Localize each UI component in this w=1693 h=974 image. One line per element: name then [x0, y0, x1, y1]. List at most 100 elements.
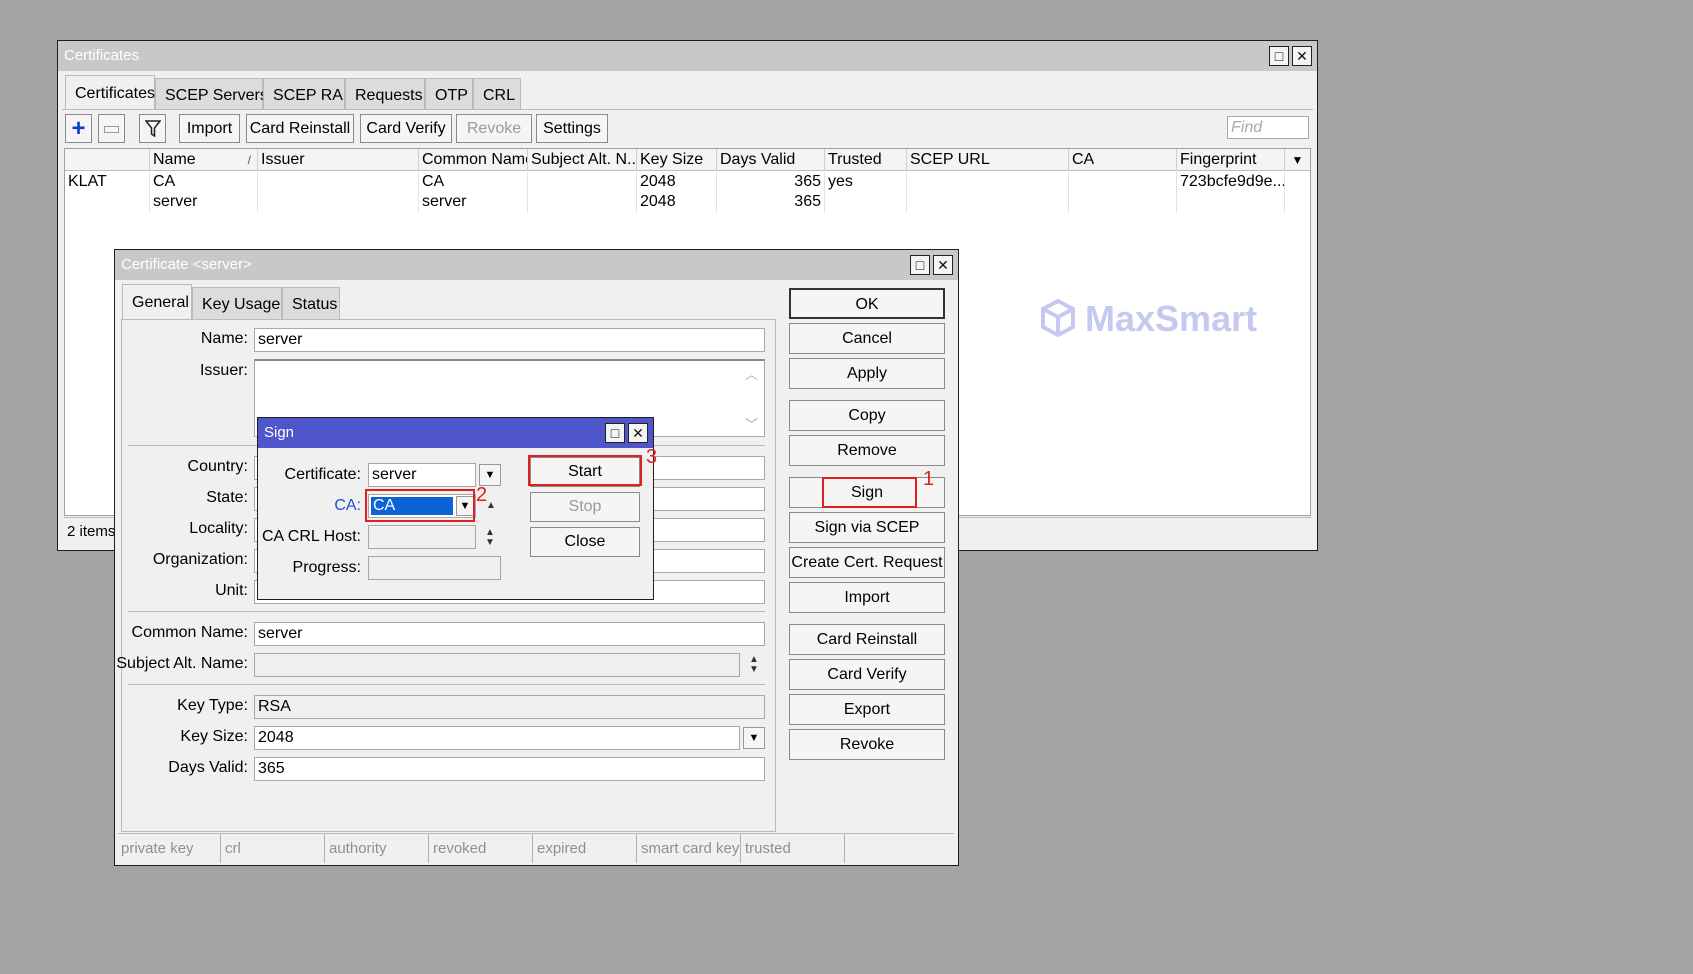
progress-label: Progress:: [292, 559, 361, 576]
col-days-valid[interactable]: Days Valid: [717, 149, 825, 171]
import-button[interactable]: Import: [789, 582, 945, 613]
card-verify-button[interactable]: Card Verify: [789, 659, 945, 690]
add-remove-spinner-icon[interactable]: ▲ ▼: [483, 528, 497, 548]
cell-issuer: [258, 172, 419, 192]
tab-general[interactable]: General: [122, 284, 192, 319]
tab-requests[interactable]: Requests: [345, 78, 425, 110]
dropdown-arrow-icon: ▼: [748, 732, 760, 744]
card-reinstall-button[interactable]: Card Reinstall: [789, 624, 945, 655]
start-highlight-box: [528, 455, 642, 486]
remove-button[interactable]: [98, 114, 125, 143]
key-size-dropdown-button[interactable]: ▼: [743, 727, 765, 749]
col-key-size[interactable]: Key Size: [637, 149, 717, 171]
card-verify-button[interactable]: Card Verify: [360, 114, 452, 143]
locality-label: Locality:: [189, 520, 248, 537]
cancel-button[interactable]: Cancel: [789, 323, 945, 354]
country-label: Country:: [187, 458, 248, 475]
minus-icon: [104, 126, 119, 133]
subject-alt-name-field[interactable]: [254, 653, 740, 677]
days-valid-label: Days Valid:: [168, 759, 248, 776]
settings-button[interactable]: Settings: [536, 114, 608, 143]
flag-expired: expired: [534, 834, 637, 863]
table-row[interactable]: KLAT CA CA 2048 365 yes 723bcfe9d9e...: [65, 172, 1310, 192]
table-header: Name / Issuer Common Name Subject Alt. N…: [65, 149, 1310, 171]
days-valid-field[interactable]: 365: [254, 757, 765, 781]
separator: [128, 684, 765, 685]
maximize-icon[interactable]: □: [910, 255, 930, 275]
col-flags[interactable]: [65, 149, 150, 171]
tab-scep-servers[interactable]: SCEP Servers: [155, 78, 268, 110]
tab-certificates[interactable]: Certificates: [65, 75, 155, 110]
chevron-up-icon[interactable]: ︿: [745, 364, 758, 383]
tab-crl[interactable]: CRL: [473, 78, 521, 110]
common-name-label: Common Name:: [131, 624, 248, 641]
remove-button[interactable]: Remove: [789, 435, 945, 466]
cell-key-size: 2048: [637, 192, 717, 212]
col-scep-url[interactable]: SCEP URL: [907, 149, 1069, 171]
ca-crl-host-field[interactable]: [368, 525, 476, 549]
sign-dialog: Sign □ ✕ Certificate: server ▼ CA: CA ▼ …: [257, 417, 658, 600]
col-trusted[interactable]: Trusted: [825, 149, 907, 171]
close-button[interactable]: Close: [530, 527, 640, 557]
key-type-field: RSA: [254, 695, 765, 719]
cell-days-valid: 365: [717, 192, 825, 212]
revoke-button[interactable]: Revoke: [789, 729, 945, 760]
table-row[interactable]: server server 2048 365: [65, 192, 1310, 212]
cell-name: CA: [150, 172, 258, 192]
sign-via-scep-button[interactable]: Sign via SCEP: [789, 512, 945, 543]
key-size-field[interactable]: 2048: [254, 726, 740, 750]
tab-key-usage[interactable]: Key Usage: [192, 287, 282, 319]
close-icon[interactable]: ✕: [628, 423, 648, 443]
col-name[interactable]: Name /: [150, 149, 258, 171]
organization-label: Organization:: [152, 551, 248, 568]
col-issuer[interactable]: Issuer: [258, 149, 419, 171]
common-name-field[interactable]: server: [254, 622, 765, 646]
ok-button[interactable]: OK: [789, 288, 945, 319]
sign-dialog-titlebar: Sign: [258, 418, 653, 448]
name-field[interactable]: server: [254, 328, 765, 352]
stop-button[interactable]: Stop: [530, 492, 640, 522]
card-reinstall-button[interactable]: Card Reinstall: [246, 114, 354, 143]
close-icon[interactable]: ✕: [1292, 46, 1312, 66]
find-input[interactable]: Find: [1227, 116, 1309, 139]
certificate-dialog-titlebar: Certificate <server>: [115, 250, 958, 280]
tab-otp[interactable]: OTP: [425, 78, 473, 110]
state-label: State:: [206, 489, 248, 506]
add-remove-spinner-icon[interactable]: ▲ ▼: [747, 655, 761, 675]
revoke-button[interactable]: Revoke: [456, 114, 532, 143]
col-fingerprint[interactable]: Fingerprint: [1177, 149, 1285, 171]
name-label: Name:: [200, 330, 248, 347]
cell-days-valid: 365: [717, 172, 825, 192]
close-icon[interactable]: ✕: [933, 255, 953, 275]
find-placeholder: Find: [1231, 119, 1263, 136]
certificate-dropdown-button[interactable]: ▼: [479, 464, 501, 486]
col-ca[interactable]: CA: [1069, 149, 1177, 171]
tab-divider: [62, 109, 1313, 110]
filter-button[interactable]: [139, 114, 166, 143]
step-3-marker: 3: [646, 446, 658, 468]
tab-scep-ra[interactable]: SCEP RA: [263, 78, 345, 110]
export-button[interactable]: Export: [789, 694, 945, 725]
cell-subject-alt-name: [528, 172, 637, 192]
chevron-down-icon[interactable]: ﹀: [745, 414, 758, 433]
col-common-name[interactable]: Common Name: [419, 149, 528, 171]
col-subject-alt-name[interactable]: Subject Alt. N...: [528, 149, 637, 171]
column-menu-button[interactable]: ▼: [1285, 149, 1310, 171]
import-button[interactable]: Import: [179, 114, 240, 143]
step-2-marker: 2: [476, 484, 488, 506]
flags-bar: private key crl authority revoked expire…: [118, 833, 954, 863]
maximize-icon[interactable]: □: [605, 423, 625, 443]
apply-button[interactable]: Apply: [789, 358, 945, 389]
item-count: 2 items: [67, 523, 116, 540]
create-cert-request-button[interactable]: Create Cert. Request: [789, 547, 945, 578]
maximize-icon[interactable]: □: [1269, 46, 1289, 66]
copy-button[interactable]: Copy: [789, 400, 945, 431]
cell-fingerprint: [1177, 192, 1285, 212]
certificate-field[interactable]: server: [368, 463, 476, 487]
tab-status[interactable]: Status: [282, 287, 340, 319]
add-button[interactable]: +: [65, 114, 92, 143]
flag-crl: crl: [222, 834, 325, 863]
certificate-label: Certificate:: [284, 466, 361, 483]
col-name-label: Name: [153, 151, 196, 168]
flag-private-key: private key: [118, 834, 221, 863]
